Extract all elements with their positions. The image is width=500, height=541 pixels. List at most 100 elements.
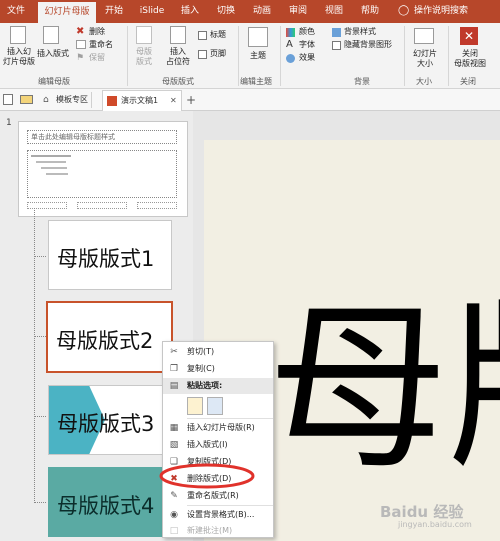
rename-icon [76,40,86,49]
menu-item-cut[interactable]: ✂ 剪切(T) [163,344,273,360]
menu-label: 设置背景格式(B)... [187,510,255,519]
delete-button[interactable]: 删除 [89,27,105,37]
powerpoint-icon [107,96,117,106]
rename-icon: ✎ [170,491,178,501]
master-layout-icon [136,26,152,44]
group-label-edit-master: 编辑母版 [38,77,70,86]
tab-help[interactable]: 帮助 [356,0,384,23]
ribbon: 插入幻 灯片母版 插入版式 ✖ 删除 重命名 ⚑ 保留 编辑母版 母版 版式 插… [0,23,500,89]
slide-size-button[interactable]: 幻灯片 大小 [410,49,440,69]
folder-icon[interactable] [20,95,33,104]
master-layout-button[interactable]: 母版 版式 [132,47,156,67]
menu-item-insert-layout[interactable]: ▧ 插入版式(I) [163,437,273,453]
menu-label: 复制(C) [187,364,215,373]
themes-button[interactable]: 主题 [250,51,266,61]
insert-placeholder-icon [170,26,186,44]
master-title-placeholder: 单击此处编辑母版标题样式 [27,130,177,144]
home-icon: ⌂ [43,95,49,105]
group-label-edit-theme: 编辑主题 [240,77,272,86]
group-label-size: 大小 [416,77,432,86]
layout-thumbnail-1[interactable]: 母版版式1 [48,220,172,290]
footer-date-placeholder [27,202,67,209]
pin-icon: ⚑ [76,53,85,63]
menu-item-rename-layout[interactable]: ✎ 重命名版式(R) [163,488,273,504]
menu-divider [187,418,273,419]
tree-connector [34,416,46,417]
paste-keep-format-icon[interactable] [187,397,203,415]
tab-review[interactable]: 审阅 [284,0,312,23]
scissors-icon: ✂ [170,347,178,357]
copy-icon: ❐ [169,364,179,374]
menu-item-copy[interactable]: ❐ 复制(C) [163,361,273,377]
lightbulb-icon: ◯ [398,5,410,16]
format-background-icon: ◉ [170,510,178,520]
comment-icon: □ [169,526,179,536]
preserve-button[interactable]: 保留 [89,53,105,63]
tab-slide-master[interactable]: 幻灯片母版 [38,2,96,23]
template-zone-tab[interactable]: ⌂ 模板专区 [40,92,92,108]
menu-label: 插入版式(I) [187,440,228,449]
highlight-circle [159,463,255,489]
tab-file[interactable]: 文件 [4,0,28,23]
menu-item-insert-master[interactable]: ▦ 插入幻灯片母版(R) [163,420,273,436]
footer-placeholder [77,202,127,209]
new-document-icon[interactable] [3,94,13,105]
tab-insert[interactable]: 插入 [176,0,204,23]
tab-view[interactable]: 视图 [320,0,348,23]
layout-thumbnail-2-selected[interactable]: 母版版式2 [46,301,173,373]
close-tab-icon[interactable]: ✕ [170,91,177,111]
layout-thumbnail-3[interactable]: 母版版式3 [48,385,172,455]
close-master-icon: ✕ [460,27,478,45]
tab-animations[interactable]: 动画 [248,0,276,23]
colors-icon [286,28,295,37]
close-master-view-button[interactable]: 关闭 母版视图 [451,49,489,69]
insert-master-button[interactable]: 插入幻 灯片母版 [2,47,36,67]
menu-label: 剪切(T) [187,347,215,356]
fonts-button[interactable]: 字体 [299,40,315,50]
footer-checkbox-label: 页脚 [210,49,226,58]
tab-islide[interactable]: iSlide [138,0,166,23]
ribbon-separator [280,26,281,86]
slide-number-placeholder [137,202,177,209]
layout-title-1: 母版版式1 [57,247,155,271]
document-tab-label: 演示文稿1 [121,96,159,105]
tree-connector [34,208,35,503]
colors-button[interactable]: 颜色 [299,27,315,37]
title-checkbox[interactable] [198,31,207,40]
rename-button[interactable]: 重命名 [89,40,113,50]
themes-icon [248,27,268,47]
paste-picture-icon[interactable] [207,397,223,415]
menu-item-format-background[interactable]: ◉ 设置背景格式(B)... [163,507,273,523]
tree-connector [34,256,46,257]
tab-transitions[interactable]: 切换 [212,0,240,23]
tab-home[interactable]: 开始 [100,0,128,23]
hide-background-checkbox[interactable] [332,41,341,50]
insert-layout-button[interactable]: 插入版式 [37,49,69,59]
slide-title-large[interactable]: 母版 [268,300,500,480]
ribbon-separator [127,26,128,86]
insert-placeholder-button[interactable]: 插入 占位符 [162,47,194,67]
insert-layout-icon: ▧ [169,440,179,450]
ribbon-separator [448,26,449,86]
menu-item-new-comment[interactable]: □ 新建批注(M) [163,523,273,539]
group-label-background: 背景 [354,77,370,86]
layout-title-3: 母版版式3 [57,412,155,436]
master-slide-thumbnail[interactable]: 单击此处编辑母版标题样式 [18,121,188,217]
menu-label: 插入幻灯片母版(R) [187,423,255,432]
menu-paste-options-header: ▤ 粘贴选项: [163,378,273,394]
effects-button[interactable]: 效果 [299,53,315,63]
tell-me-search[interactable]: 操作说明搜索 [414,0,476,23]
slide-size-icon [414,28,434,44]
ribbon-tab-bar: 文件 幻灯片母版 开始 iSlide 插入 切换 动画 审阅 视图 帮助 ◯ 操… [0,0,500,23]
tree-connector [34,336,46,337]
group-label-close: 关闭 [460,77,476,86]
insert-layout-icon [43,26,59,44]
footer-checkbox[interactable] [198,50,207,59]
background-styles-button[interactable]: 背景样式 [344,27,376,37]
watermark-logo: Baidu 经验 [380,503,464,521]
layout-thumbnail-4[interactable]: 母版版式4 [48,467,172,537]
watermark-url: jingyan.baidu.com [398,520,472,529]
insert-master-icon: ▦ [169,423,179,433]
document-tab[interactable]: 演示文稿1 ✕ [102,90,182,111]
add-tab-button[interactable]: + [186,90,196,110]
